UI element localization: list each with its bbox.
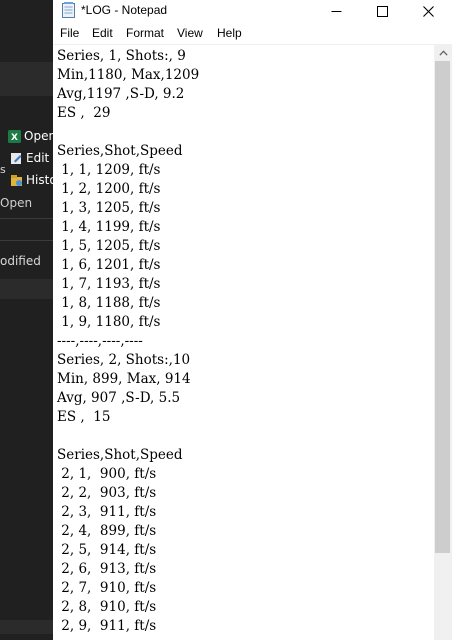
explorer-status-band	[0, 620, 56, 634]
scroll-up-button[interactable]	[434, 45, 452, 61]
editor-line: 2, 5, 914, ft/s	[57, 542, 157, 558]
editor-line: 1, 1, 1209, ft/s	[57, 162, 161, 178]
editor-line	[57, 427, 199, 446]
text-editor-area[interactable]: Series, 1, Shots:, 9 Min,1180, Max,1209 Av…	[53, 45, 434, 640]
menu-format[interactable]: Format	[126, 26, 164, 40]
explorer-history-label: History	[26, 173, 56, 187]
menu-view[interactable]: View	[177, 26, 203, 40]
explorer-section-label: Open	[0, 196, 33, 210]
scrollbar-thumb[interactable]	[435, 61, 450, 553]
background-explorer-window: X Open Edit s History Open odified	[0, 0, 56, 640]
editor-line: Min, 899, Max, 914	[57, 371, 191, 387]
explorer-clipped-letter: s	[0, 163, 6, 176]
menu-bar: File Edit Format View Help	[53, 22, 452, 45]
editor-line: 1, 5, 1205, ft/s	[57, 238, 161, 254]
menu-edit[interactable]: Edit	[92, 26, 113, 40]
menu-help[interactable]: Help	[217, 26, 242, 40]
editor-line: 2, 2, 903, ft/s	[57, 485, 157, 501]
editor-line: Series, 1, Shots:, 9	[57, 48, 186, 64]
explorer-edit-item[interactable]: Edit	[10, 148, 49, 168]
editor-line: 1, 4, 1199, ft/s	[57, 219, 161, 235]
maximize-icon	[376, 5, 388, 17]
title-bar[interactable]: *LOG - Notepad	[53, 0, 452, 22]
edit-icon	[10, 152, 23, 165]
window-title: *LOG - Notepad	[81, 3, 168, 17]
editor-line: 1, 8, 1188, ft/s	[57, 295, 161, 311]
explorer-edit-label: Edit	[26, 151, 50, 165]
editor-line: Series,Shot,Speed	[57, 143, 183, 159]
explorer-open-label: Open	[24, 129, 56, 143]
editor-line: Series,Shot,Speed	[57, 447, 183, 463]
explorer-divider	[0, 240, 56, 241]
history-icon	[10, 174, 23, 187]
notepad-window: *LOG - Notepad File Edit Format View Hel…	[53, 0, 452, 640]
editor-line: 1, 3, 1205, ft/s	[57, 200, 161, 216]
vertical-scrollbar[interactable]	[434, 45, 452, 640]
editor-line: 1, 9, 1180, ft/s	[57, 314, 161, 330]
editor-line: 1, 6, 1201, ft/s	[57, 257, 161, 273]
editor-line	[57, 123, 199, 142]
notepad-icon	[62, 2, 75, 18]
editor-line: 2, 3, 911, ft/s	[57, 504, 157, 520]
editor-line: 2, 4, 899, ft/s	[57, 523, 157, 539]
editor-line: ES , 29	[57, 105, 111, 121]
editor-line: ----,----,----,----	[57, 333, 143, 349]
chevron-up-icon	[438, 50, 448, 56]
excel-icon: X	[8, 129, 21, 143]
editor-line: 2, 7, 910, ft/s	[57, 580, 157, 596]
editor-line: 2, 8, 910, ft/s	[57, 599, 157, 615]
explorer-history-item[interactable]: History	[10, 170, 56, 190]
explorer-open-item[interactable]: X Open	[8, 126, 56, 146]
close-button[interactable]	[405, 0, 451, 22]
menu-file[interactable]: File	[60, 26, 79, 40]
explorer-row-band	[0, 279, 56, 299]
close-icon	[422, 5, 434, 17]
explorer-modified-label: odified	[0, 254, 41, 268]
minimize-icon	[331, 10, 341, 12]
maximize-button[interactable]	[359, 0, 405, 22]
explorer-address-band	[0, 62, 56, 96]
editor-line: 2, 9, 911, ft/s	[57, 618, 157, 634]
explorer-divider	[0, 218, 56, 219]
editor-line: 1, 2, 1200, ft/s	[57, 181, 161, 197]
editor-line: 1, 7, 1193, ft/s	[57, 276, 161, 292]
editor-line: 2, 6, 913, ft/s	[57, 561, 157, 577]
editor-line: Avg,1197 ,S-D, 9.2	[57, 86, 185, 102]
editor-line: Min,1180, Max,1209	[57, 67, 200, 83]
editor-line: 2, 1, 900, ft/s	[57, 466, 157, 482]
editor-line: Series, 2, Shots:,10	[57, 352, 191, 368]
editor-lines: Series, 1, Shots:, 9 Min,1180, Max,1209 Av…	[57, 47, 199, 636]
svg-text:X: X	[11, 133, 18, 143]
editor-line: ES , 15	[57, 409, 111, 425]
minimize-button[interactable]	[313, 0, 359, 22]
editor-line: Avg, 907 ,S-D, 5.5	[57, 390, 181, 406]
